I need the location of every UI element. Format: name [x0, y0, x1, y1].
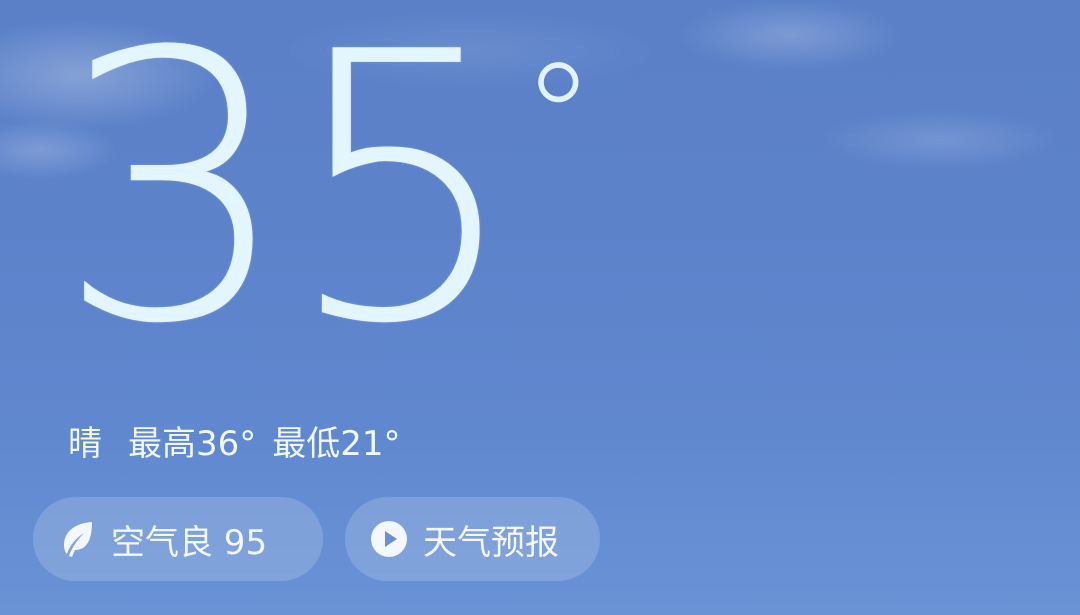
high-temperature: 最高36°: [128, 424, 257, 464]
current-temperature: 35 °: [56, 0, 596, 405]
forecast-label: 天气预报: [423, 522, 559, 563]
air-quality-label: 空气良 95: [111, 522, 268, 563]
degree-symbol: °: [520, 32, 596, 206]
cloud: [820, 110, 1060, 170]
forecast-button[interactable]: 天气预报: [345, 497, 600, 581]
cloud: [680, 0, 900, 70]
low-temperature: 最低21°: [272, 424, 401, 464]
weather-summary: 晴 最高36° 最低21°: [68, 416, 401, 465]
play-icon: [369, 519, 409, 559]
leaf-icon: [57, 519, 97, 559]
air-quality-button[interactable]: 空气良 95: [33, 497, 323, 581]
temperature-value: 35: [56, 0, 521, 405]
weather-condition: 晴: [68, 424, 102, 464]
